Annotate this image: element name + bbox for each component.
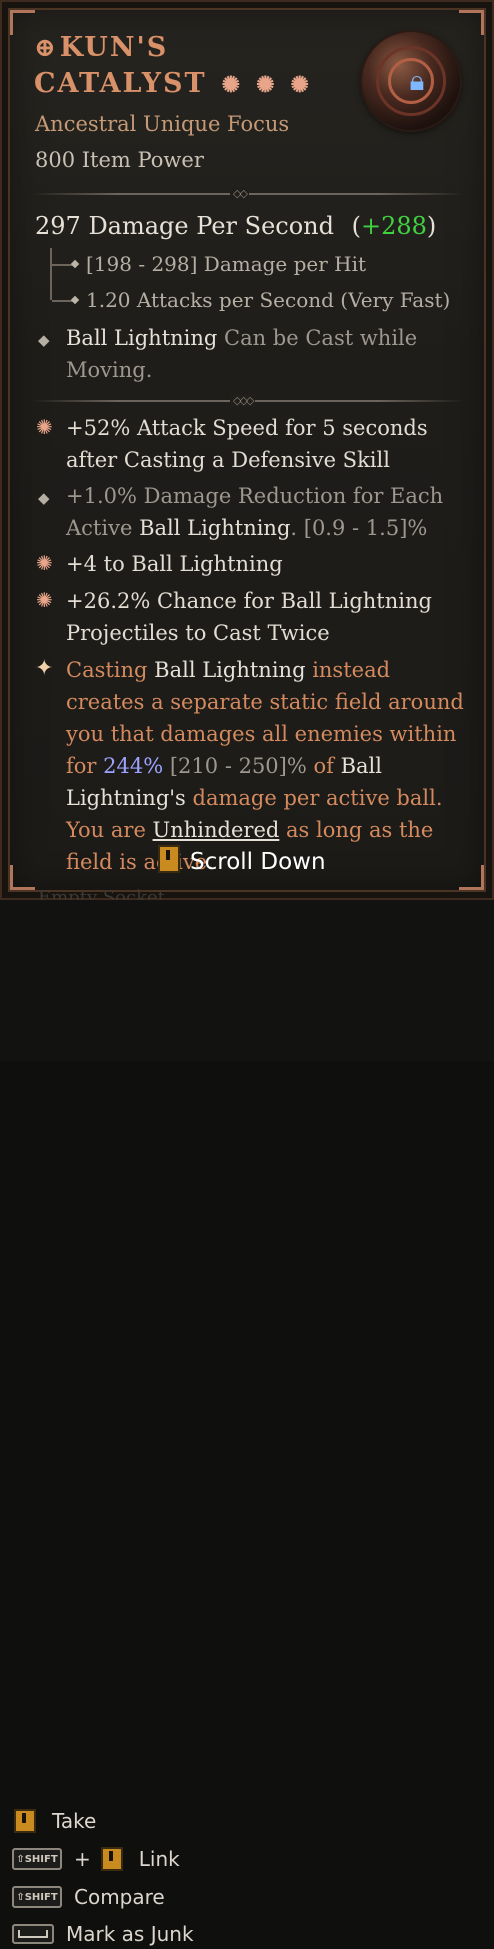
greater-affix-icon: ✺ (36, 415, 53, 439)
shift-key-icon: ⇧SHIFT (12, 1848, 62, 1870)
implicit-affix: Ball Lightning Can be Cast while Moving. (66, 326, 418, 382)
frame-corner (10, 865, 35, 890)
greater-affix-icon: ✺ (36, 588, 53, 612)
star-icon: ✺ (256, 72, 277, 98)
star-icon: ✺ (221, 72, 243, 98)
affix-line: +4 to Ball Lightning (66, 552, 283, 576)
action-bar: Take ⇧SHIFT + Link ⇧SHIFT Compare Mark as J… (0, 900, 494, 1946)
damage-per-second: 297 Damage Per Second (+288) (35, 212, 437, 240)
scroll-down-hint[interactable]: Scroll Down (158, 845, 326, 875)
lock-icon: 🔒︎ (409, 64, 425, 97)
frame-corner (459, 10, 484, 35)
item-power: 800 Item Power (35, 148, 204, 172)
attacks-per-second: 1.20 Attacks per Second (Very Fast) (86, 288, 451, 312)
damage-per-hit: [198 - 298] Damage per Hit (86, 252, 367, 276)
mouse-icon (158, 845, 180, 873)
frame-corner (10, 10, 35, 35)
compare-action[interactable]: ⇧SHIFT Compare (12, 1882, 165, 1912)
diamond-icon: ◆ (38, 489, 50, 507)
affix-line: +1.0% Damage Reduction for Each Active B… (66, 484, 444, 540)
unique-power-icon: ✦ (35, 656, 54, 681)
link-action[interactable]: ⇧SHIFT + Link (12, 1844, 180, 1874)
dps-delta: +288 (361, 212, 427, 240)
take-action[interactable]: Take (14, 1806, 96, 1836)
stat-tree-line (50, 248, 72, 300)
affix-line: +52% Attack Speed for 5 seconds after Ca… (66, 416, 428, 472)
mouse-icon (100, 1847, 123, 1871)
item-name: ⊕KUN'S CATALYST ✺ ✺ ✺ (34, 30, 318, 103)
shift-key-icon: ⇧SHIFT (12, 1886, 62, 1908)
keyword-link[interactable]: Unhindered (153, 818, 280, 842)
rarity-stars: ✺ ✺ ✺ (215, 66, 318, 103)
affix-line: +26.2% Chance for Ball Lightning Project… (66, 589, 432, 645)
item-tooltip: ⊕KUN'S CATALYST ✺ ✺ ✺ 🔒︎ Ancestral Unique F… (0, 0, 494, 908)
star-icon: ✺ (290, 72, 311, 98)
spacebar-key-icon (12, 1924, 54, 1944)
mark-junk-action[interactable]: Mark as Junk (12, 1919, 194, 1949)
item-icon: 🔒︎ (362, 32, 460, 130)
mouse-icon (14, 1809, 36, 1833)
rune-icon: ⊕ (34, 33, 58, 63)
item-type: Ancestral Unique Focus (35, 112, 290, 136)
section-divider: ◇◇◇ (32, 394, 464, 407)
diamond-icon: ◆ (38, 331, 50, 349)
greater-affix-icon: ✺ (36, 551, 53, 575)
section-divider: ◇◇ (32, 187, 464, 200)
